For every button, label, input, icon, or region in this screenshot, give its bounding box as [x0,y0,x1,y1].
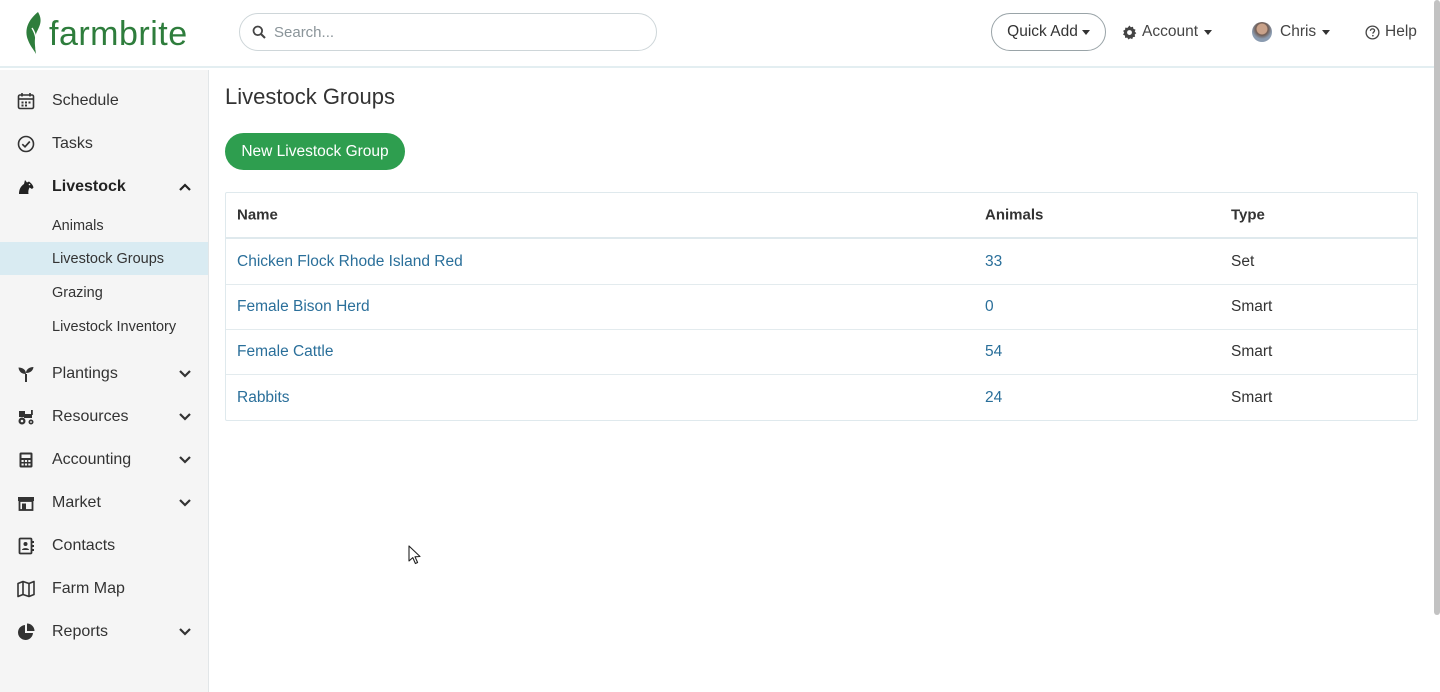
animals-count-link[interactable]: 54 [985,343,1002,361]
column-header-animals[interactable]: Animals [985,207,1043,224]
sidebar-item-label: Accounting [52,450,132,468]
seedling-icon [18,366,34,382]
sidebar-item-label: Contacts [52,536,116,554]
animals-count-link[interactable]: 0 [985,298,994,316]
table-row: Chicken Flock Rhode Island Red 33 Set [226,240,1417,285]
sidebar-subitem-grazing[interactable]: Grazing [0,276,208,309]
new-livestock-group-button[interactable]: New Livestock Group [225,133,405,170]
sidebar-subitem-label: Grazing [52,284,103,301]
sidebar-subitem-livestock-inventory[interactable]: Livestock Inventory [0,310,208,343]
group-name-link[interactable]: Female Bison Herd [237,298,370,316]
sidebar-item-label: Schedule [52,91,119,109]
store-icon [18,496,34,511]
group-type: Smart [1231,388,1273,406]
sidebar-item-label: Farm Map [52,579,125,597]
sidebar-item-market[interactable]: Market [0,481,208,524]
sidebar-subitem-animals[interactable]: Animals [0,209,208,242]
map-icon [17,580,35,597]
livestock-groups-table: Name Animals Type Chicken Flock Rhode Is… [225,192,1418,421]
help-link[interactable]: Help [1365,13,1417,51]
sidebar-item-schedule[interactable]: Schedule [0,79,208,122]
calculator-icon [19,452,33,467]
sidebar-item-reports[interactable]: Reports [0,610,208,653]
caret-down-icon [1204,29,1213,35]
group-type: Set [1231,253,1255,270]
sidebar-item-label: Tasks [52,134,93,152]
user-menu[interactable]: Chris [1252,13,1331,51]
chevron-up-icon [179,182,191,191]
check-circle-icon [17,135,35,152]
table-row: Female Bison Herd 0 Smart [226,285,1417,330]
table-row: Female Cattle 54 Smart [226,330,1417,375]
sidebar-item-label: Plantings [52,364,118,382]
sidebar-item-label: Resources [52,407,129,425]
group-name-link[interactable]: Female Cattle [237,343,333,361]
caret-down-icon [1322,29,1331,35]
group-name-link[interactable]: Chicken Flock Rhode Island Red [237,253,463,271]
sidebar-item-livestock[interactable]: Livestock [0,165,208,208]
group-type: Smart [1231,298,1273,315]
sidebar: Schedule Tasks Livestock Animals Livesto… [0,70,209,692]
table-row: Rabbits 24 Smart [226,375,1417,420]
pie-chart-icon [18,623,35,640]
search-icon [252,25,266,39]
sidebar-item-label: Reports [52,622,109,640]
sidebar-subitem-label: Livestock Groups [52,250,165,267]
search-input[interactable] [274,23,634,41]
group-type: Smart [1231,343,1273,360]
brand-name: farmbrite [49,14,188,53]
quick-add-label: Quick Add [1007,23,1078,40]
chevron-down-icon [179,455,191,464]
sidebar-item-farm-map[interactable]: Farm Map [0,567,208,610]
column-header-name[interactable]: Name [237,207,278,224]
page-title: Livestock Groups [225,84,395,109]
calendar-icon [17,92,35,109]
help-label: Help [1385,23,1417,40]
page-scrollbar[interactable] [1434,0,1440,615]
sidebar-subitem-livestock-groups[interactable]: Livestock Groups [0,242,208,275]
sidebar-subitem-label: Animals [52,217,104,234]
sidebar-item-label: Market [52,493,101,511]
user-name: Chris [1280,23,1317,40]
tractor-icon [18,409,34,424]
chevron-down-icon [179,412,191,421]
farmbrite-logo[interactable]: farmbrite [24,10,188,56]
leaf-logo-icon [26,12,41,54]
question-circle-icon [1365,24,1380,40]
sidebar-item-resources[interactable]: Resources [0,395,208,438]
quick-add-button[interactable]: Quick Add [991,13,1106,51]
animals-count-link[interactable]: 33 [985,253,1002,271]
horse-icon [19,179,34,194]
search-box[interactable] [239,13,657,51]
group-name-link[interactable]: Rabbits [237,389,290,407]
sidebar-item-label: Livestock [52,177,126,195]
chevron-down-icon [179,369,191,378]
sidebar-item-accounting[interactable]: Accounting [0,438,208,481]
sidebar-subitem-label: Livestock Inventory [52,318,177,335]
account-menu[interactable]: Account [1122,13,1213,51]
chevron-down-icon [179,498,191,507]
avatar [1252,22,1272,42]
sidebar-item-tasks[interactable]: Tasks [0,122,208,165]
chevron-down-icon [179,627,191,636]
sidebar-item-contacts[interactable]: Contacts [0,524,208,567]
caret-down-icon [1081,29,1090,35]
top-header: farmbrite Quick Add Account Chris [0,0,1440,68]
column-header-type[interactable]: Type [1231,207,1265,224]
table-header: Name Animals Type [226,193,1417,239]
address-book-icon [18,537,34,554]
account-label: Account [1142,23,1199,40]
sidebar-item-plantings[interactable]: Plantings [0,352,208,395]
mouse-cursor-icon [408,545,421,565]
gear-icon [1122,24,1137,40]
animals-count-link[interactable]: 24 [985,389,1002,407]
